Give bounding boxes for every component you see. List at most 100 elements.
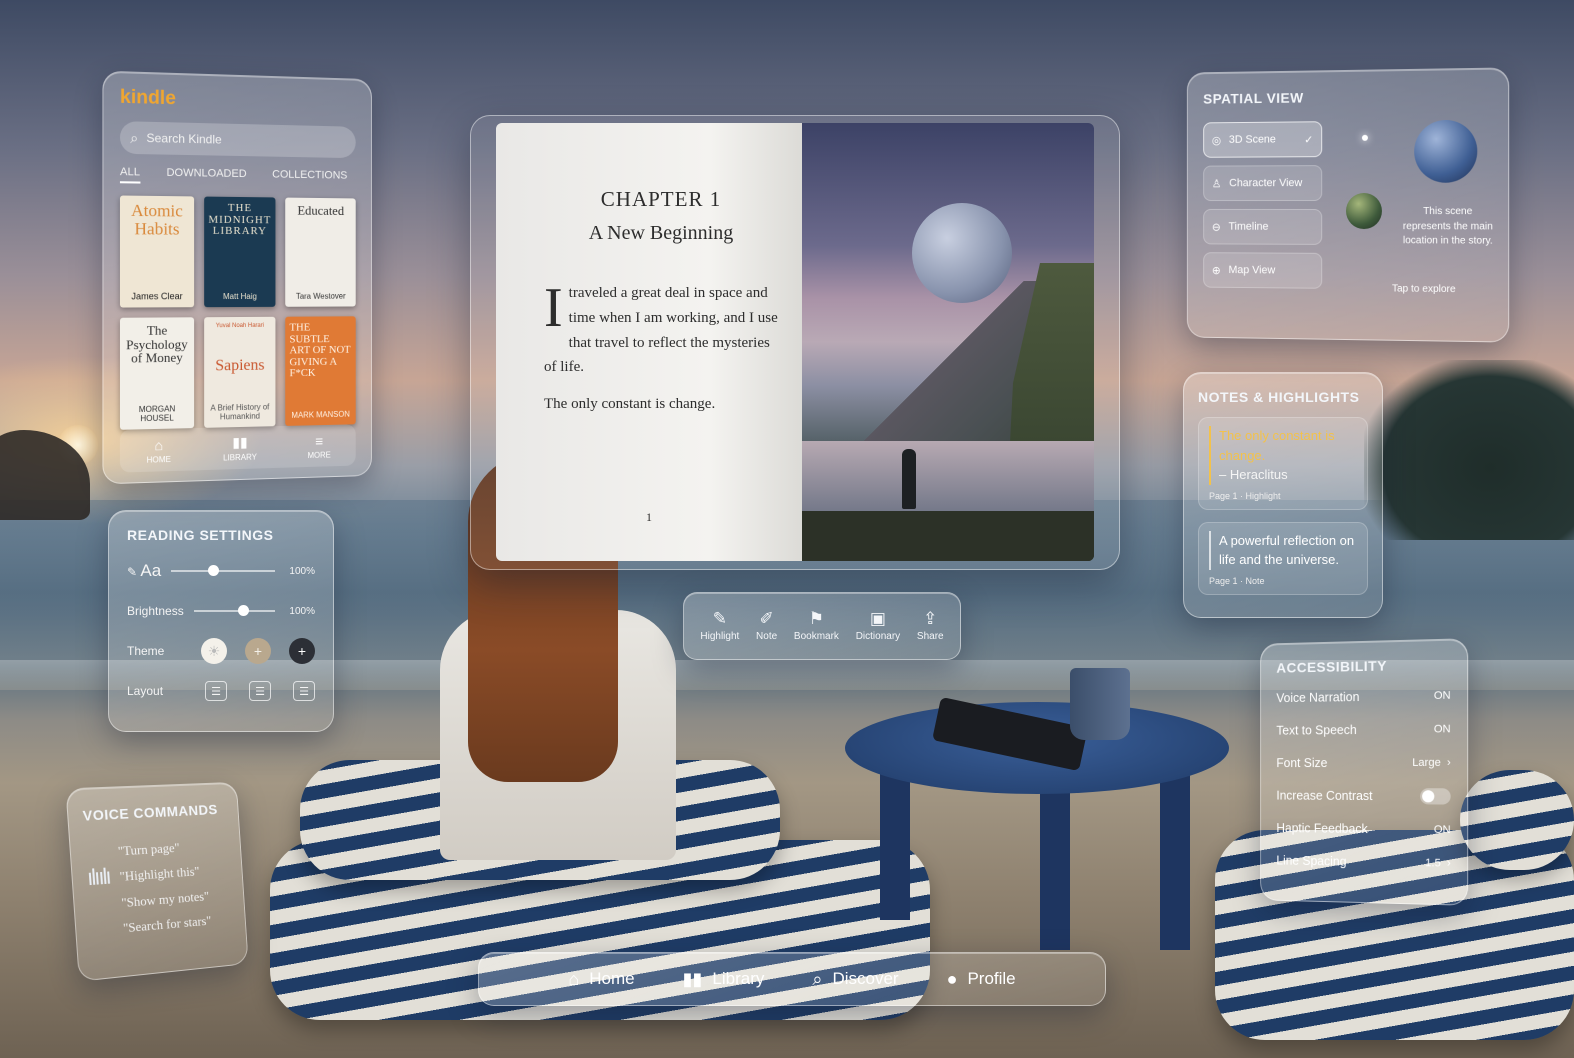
- share-button[interactable]: ⇪ Share: [917, 610, 944, 642]
- tool-label: Bookmark: [794, 631, 839, 642]
- kindle-nav-more[interactable]: ≡ MORE: [308, 432, 331, 459]
- increase-contrast-row: Increase Contrast: [1276, 786, 1450, 807]
- voice-narration-row[interactable]: Voice Narration ON: [1276, 685, 1450, 708]
- text-to-speech-row[interactable]: Text to Speech ON: [1276, 719, 1450, 740]
- nav-label: Home: [589, 969, 634, 989]
- tool-label: Share: [917, 631, 944, 642]
- table-leg: [1160, 765, 1190, 950]
- nav-discover[interactable]: ⌕ Discover: [812, 969, 898, 990]
- tool-label: Note: [756, 631, 777, 642]
- ground-illustration: [802, 511, 1094, 561]
- tab-all[interactable]: ALL: [120, 166, 140, 184]
- pillow: [1460, 770, 1574, 870]
- bookmark-button[interactable]: ⚑ Bookmark: [794, 610, 839, 642]
- table-leg: [1040, 790, 1070, 950]
- note-icon: ✐: [759, 610, 773, 627]
- note-meta: Page 1 · Highlight: [1209, 491, 1357, 501]
- font-size-label: ✎ Aa: [127, 561, 161, 581]
- nav-home[interactable]: ⌂ Home: [568, 969, 634, 990]
- kindle-nav-home[interactable]: ⌂ HOME: [147, 436, 171, 464]
- book-author: MARK MANSON: [289, 410, 351, 420]
- book-cover[interactable]: The Psychology of Money MORGAN HOUSEL: [120, 317, 194, 430]
- dictionary-button[interactable]: ▣ Dictionary: [856, 610, 900, 642]
- home-icon: ⌂: [154, 436, 163, 452]
- font-size-slider[interactable]: [171, 570, 275, 572]
- font-size-row: ✎ Aa 100%: [127, 559, 315, 583]
- kindle-library-panel: kindle ⌕ Search Kindle ALL DOWNLOADED CO…: [102, 71, 371, 485]
- theme-sepia-button[interactable]: +: [245, 638, 271, 664]
- option-timeline[interactable]: ⊖ Timeline: [1203, 209, 1322, 245]
- option-3d-scene[interactable]: ◎ 3D Scene ✓: [1203, 121, 1322, 158]
- search-icon: ⌕: [130, 129, 138, 146]
- kindle-nav: ⌂ HOME ▮▮ LIBRARY ≡ MORE: [120, 424, 356, 472]
- book-title: THE MIDNIGHT LIBRARY: [208, 203, 272, 238]
- layout-scroll-button[interactable]: ☰: [293, 681, 315, 701]
- chapter-number: CHAPTER 1: [544, 187, 778, 212]
- table-leg: [880, 765, 910, 920]
- option-label: Character View: [1229, 177, 1302, 189]
- waveform-icon: ılıılı: [86, 863, 114, 944]
- scene-preview[interactable]: This scene represents the main location …: [1322, 120, 1491, 293]
- tab-collections[interactable]: COLLECTIONS: [272, 169, 347, 187]
- book-author: Yuval Noah Harari: [208, 323, 272, 329]
- drop-cap: I: [544, 283, 563, 333]
- setting-label: Increase Contrast: [1276, 789, 1372, 803]
- setting-label: Text to Speech: [1276, 723, 1356, 738]
- note-card[interactable]: A powerful reflection on life and the un…: [1198, 522, 1368, 595]
- nav-profile[interactable]: ● Profile: [947, 969, 1016, 990]
- theme-light-button[interactable]: ☀: [201, 638, 227, 664]
- book-author: James Clear: [124, 291, 190, 301]
- layout-single-button[interactable]: ☰: [205, 681, 227, 701]
- slider-knob[interactable]: [238, 605, 249, 616]
- increase-contrast-toggle[interactable]: [1420, 788, 1451, 804]
- brightness-slider[interactable]: [194, 610, 275, 612]
- font-size-setting-row[interactable]: Font Size Large ›: [1276, 753, 1450, 773]
- book-cover[interactable]: Educated Tara Westover: [286, 198, 356, 307]
- library-tabs: ALL DOWNLOADED COLLECTIONS: [120, 166, 356, 187]
- book-cover[interactable]: Yuval Noah Harari Sapiens A Brief Histor…: [204, 317, 276, 428]
- library-icon: ▮▮: [232, 434, 247, 451]
- option-map-view[interactable]: ⊕ Map View: [1203, 252, 1322, 289]
- open-book[interactable]: CHAPTER 1 A New Beginning Itraveled a gr…: [470, 115, 1120, 570]
- left-page[interactable]: CHAPTER 1 A New Beginning Itraveled a gr…: [496, 123, 802, 561]
- figure-illustration: [902, 449, 916, 509]
- panel-title: READING SETTINGS: [127, 527, 315, 543]
- nav-label: Profile: [967, 969, 1015, 989]
- chapter-title: A New Beginning: [544, 222, 778, 245]
- kindle-nav-label: MORE: [308, 450, 331, 460]
- chevron-right-icon: ›: [1447, 857, 1451, 869]
- spatial-view-options: ◎ 3D Scene ✓ ♙ Character View ⊖ Timeline…: [1203, 121, 1322, 291]
- share-icon: ⇪: [923, 610, 937, 627]
- star-icon: [1362, 135, 1368, 141]
- dictionary-icon: ▣: [870, 610, 886, 627]
- slider-knob[interactable]: [208, 565, 219, 576]
- highlight-card[interactable]: The only constant is change. – Heraclitu…: [1198, 417, 1368, 510]
- setting-value: Large: [1412, 757, 1441, 769]
- line-spacing-row[interactable]: Line Spacing 1.5 ›: [1276, 851, 1450, 874]
- tool-label: Dictionary: [856, 631, 900, 642]
- setting-value: 1.5: [1425, 857, 1441, 869]
- voice-command-list: "Turn page" "Highlight this" "Show my no…: [117, 833, 212, 941]
- search-input[interactable]: ⌕ Search Kindle: [120, 121, 356, 158]
- book-cover[interactable]: THE SUBTLE ART OF NOT GIVING A F*CK MARK…: [286, 316, 356, 426]
- layout-double-button[interactable]: ☰: [249, 681, 271, 701]
- highlight-button[interactable]: ✎ Highlight: [700, 610, 739, 642]
- option-character-view[interactable]: ♙ Character View: [1203, 165, 1322, 201]
- brightness-row: Brightness 100%: [127, 599, 315, 623]
- theme-dark-button[interactable]: +: [289, 638, 315, 664]
- cube-icon: ◎: [1212, 134, 1221, 147]
- nav-library[interactable]: ▮▮ Library: [683, 969, 765, 990]
- kindle-nav-library[interactable]: ▮▮ LIBRARY: [223, 434, 257, 463]
- tab-downloaded[interactable]: DOWNLOADED: [166, 167, 246, 185]
- kindle-logo: kindle: [120, 86, 356, 115]
- haptic-feedback-row[interactable]: Haptic Feedback ON: [1276, 818, 1450, 840]
- book-cover[interactable]: THE MIDNIGHT LIBRARY Matt Haig: [204, 197, 276, 308]
- note-button[interactable]: ✐ Note: [756, 610, 777, 642]
- note-text: A powerful reflection on life and the un…: [1209, 531, 1357, 570]
- brightness-value: 100%: [285, 606, 315, 617]
- book-cover[interactable]: Atomic Habits James Clear: [120, 195, 194, 307]
- book-author: MORGAN HOUSEL: [124, 404, 190, 424]
- layout-row: Layout ☰ ☰ ☰: [127, 679, 315, 703]
- setting-label: Line Spacing: [1276, 854, 1346, 869]
- notes-highlights-panel: NOTES & HIGHLIGHTS The only constant is …: [1183, 372, 1383, 618]
